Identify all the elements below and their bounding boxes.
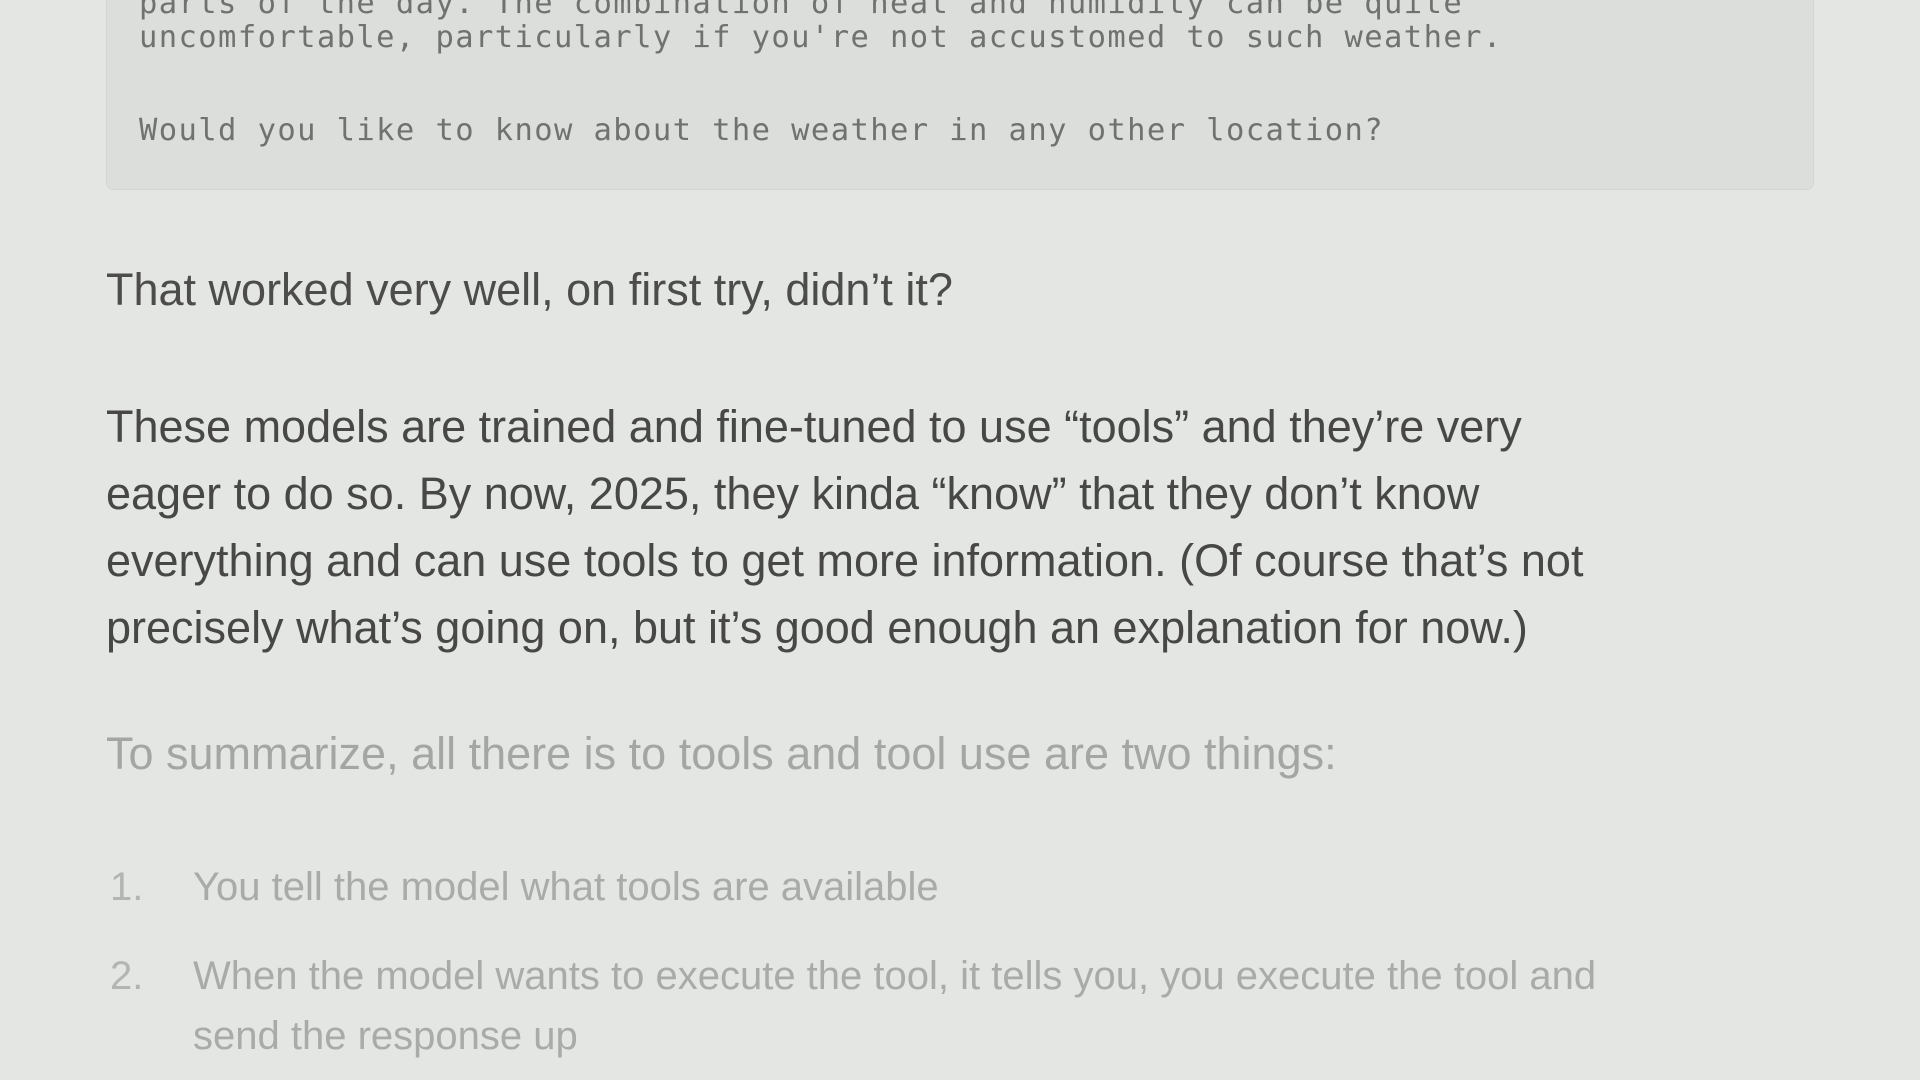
paragraph: To summarize, all there is to tools and … bbox=[106, 728, 1337, 779]
code-block: parts of the day. The combination of hea… bbox=[106, 0, 1814, 190]
ordered-list: 1. You tell the model what tools are ava… bbox=[106, 857, 1826, 1080]
article-page: parts of the day. The combination of hea… bbox=[0, 0, 1920, 1080]
paragraph-line: eager to do so. By now, 2025, they kinda… bbox=[106, 468, 1480, 519]
paragraph: That worked very well, on first try, did… bbox=[106, 264, 953, 315]
paragraph: These models are trained and fine-tuned … bbox=[106, 393, 1583, 661]
paragraph-line: everything and can use tools to get more… bbox=[106, 535, 1584, 586]
list-number: 2. bbox=[110, 954, 144, 998]
list-number: 1. bbox=[110, 865, 144, 909]
paragraph-line: These models are trained and fine-tuned … bbox=[106, 401, 1522, 452]
list-item-text: send the response up bbox=[193, 1014, 578, 1058]
list-item: 2. When the model wants to execute the t… bbox=[106, 946, 1826, 1066]
code-line: uncomfortable, particularly if you're no… bbox=[139, 20, 1503, 55]
list-item: 1. You tell the model what tools are ava… bbox=[106, 857, 1826, 917]
paragraph-line: precisely what’s going on, but it’s good… bbox=[106, 602, 1528, 653]
list-item-text: You tell the model what tools are availa… bbox=[193, 865, 939, 909]
code-line: Would you like to know about the weather… bbox=[139, 113, 1385, 148]
list-item-text: When the model wants to execute the tool… bbox=[193, 954, 1597, 998]
